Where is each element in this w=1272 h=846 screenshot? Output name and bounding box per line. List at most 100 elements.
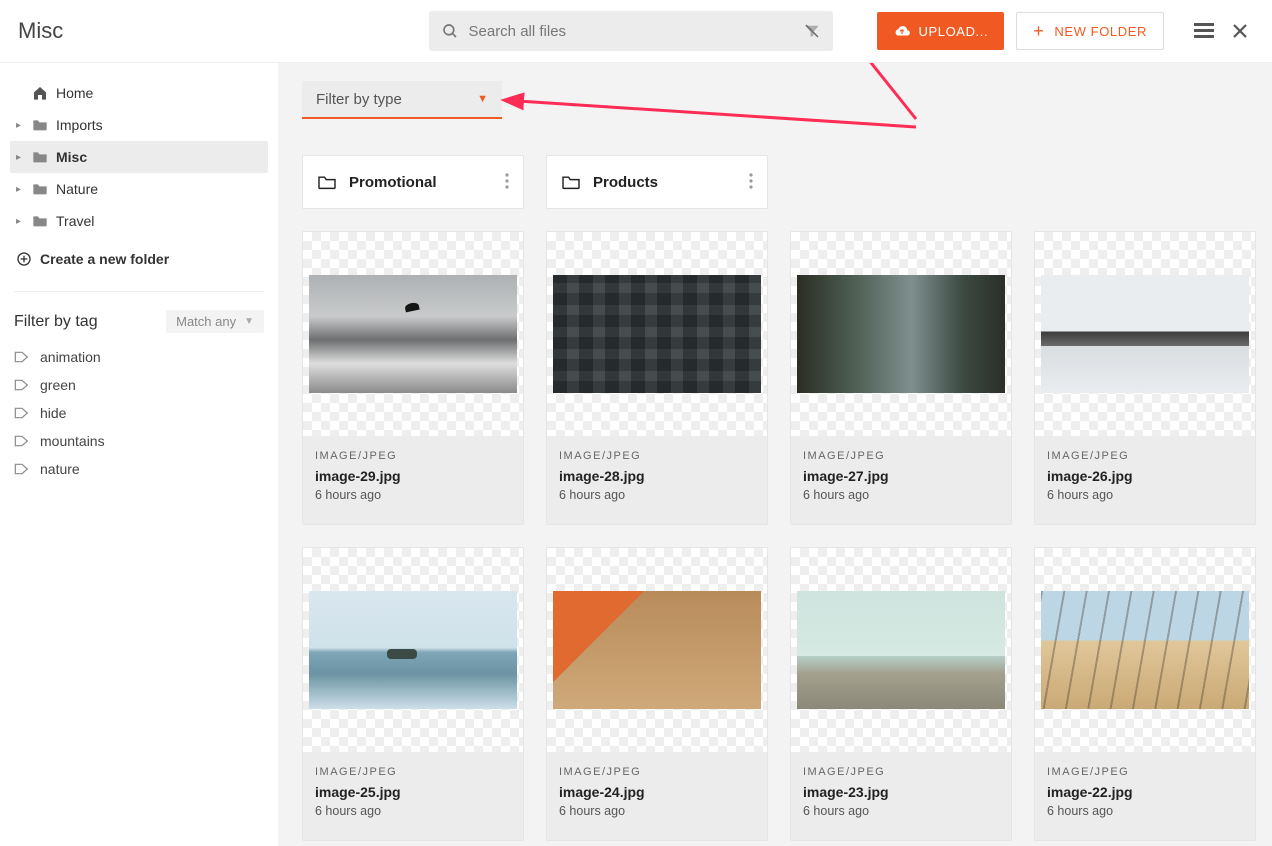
create-folder-link[interactable]: Create a new folder: [0, 241, 278, 277]
file-name: image-27.jpg: [803, 468, 999, 484]
search-input[interactable]: [469, 23, 803, 40]
filter-by-tag-label: Filter by tag: [14, 313, 98, 331]
folder-card[interactable]: Products: [546, 155, 768, 209]
thumbnail: [547, 548, 767, 752]
search-icon: [441, 22, 459, 40]
upload-button[interactable]: Upload...: [877, 12, 1005, 50]
thumbnail: [1035, 548, 1255, 752]
filter-type-label: Filter by type: [316, 91, 402, 108]
sidebar-item-misc[interactable]: ▸ Misc: [10, 141, 268, 173]
list-view-icon[interactable]: [1190, 17, 1218, 45]
main-content: Filter by type ▼ Promotional Products IMAG…: [278, 62, 1272, 846]
caret-icon: ▸: [16, 216, 30, 227]
thumbnail: [547, 232, 767, 436]
caret-icon: ▸: [16, 152, 30, 163]
folder-icon: [32, 150, 48, 164]
folder-icon: [32, 118, 48, 132]
tag-mountains[interactable]: mountains: [14, 427, 264, 455]
file-time: 6 hours ago: [803, 488, 999, 502]
sidebar-item-label: Misc: [56, 149, 87, 165]
caret-icon: ▸: [16, 120, 30, 131]
more-icon[interactable]: [745, 169, 757, 196]
file-mime: IMAGE/JPEG: [315, 450, 511, 462]
file-time: 6 hours ago: [315, 488, 511, 502]
file-time: 6 hours ago: [1047, 804, 1243, 818]
file-mime: IMAGE/JPEG: [1047, 450, 1243, 462]
plus-circle-icon: [16, 251, 32, 267]
folder-icon: [32, 182, 48, 196]
file-mime: IMAGE/JPEG: [803, 450, 999, 462]
annotation-arrow: [818, 62, 948, 127]
plus-icon: +: [1033, 22, 1044, 40]
file-mime: IMAGE/JPEG: [559, 450, 755, 462]
home-icon: [32, 85, 48, 101]
file-card[interactable]: IMAGE/JPEG image-29.jpg 6 hours ago: [302, 231, 524, 525]
file-time: 6 hours ago: [559, 488, 755, 502]
new-folder-button[interactable]: + New Folder: [1016, 12, 1164, 50]
thumbnail: [791, 548, 1011, 752]
page-title: Misc: [18, 18, 63, 44]
cloud-upload-icon: [893, 24, 911, 38]
file-card[interactable]: IMAGE/JPEGimage-22.jpg6 hours ago: [1034, 547, 1256, 841]
tag-icon: [14, 350, 30, 364]
thumbnail: [303, 232, 523, 436]
tag-icon: [14, 434, 30, 448]
file-card[interactable]: IMAGE/JPEG image-23.jpg 6 hours ago: [790, 547, 1012, 841]
chevron-down-icon: ▼: [244, 316, 254, 327]
sidebar-item-nature[interactable]: ▸ Nature: [10, 173, 268, 205]
divider: [14, 291, 264, 292]
file-name: image-23.jpg: [803, 784, 999, 800]
tag-hide[interactable]: hide: [14, 399, 264, 427]
create-folder-label: Create a new folder: [40, 251, 169, 267]
folder-icon: [32, 214, 48, 228]
file-name: image-29.jpg: [315, 468, 511, 484]
thumbnail: [791, 232, 1011, 436]
sidebar-item-label: Nature: [56, 181, 98, 197]
tag-label: green: [40, 377, 76, 393]
file-card[interactable]: IMAGE/JPEG image-27.jpg 6 hours ago: [790, 231, 1012, 525]
file-card[interactable]: IMAGE/JPEG image-28.jpg 6 hours ago: [546, 231, 768, 525]
tag-label: mountains: [40, 433, 105, 449]
sidebar-home[interactable]: Home: [10, 77, 268, 109]
tag-label: nature: [40, 461, 80, 477]
file-time: 6 hours ago: [1047, 488, 1243, 502]
file-time: 6 hours ago: [803, 804, 999, 818]
close-icon[interactable]: [1226, 17, 1254, 45]
file-name: image-22.jpg: [1047, 784, 1243, 800]
tag-animation[interactable]: animation: [14, 343, 264, 371]
file-name: image-26.jpg: [1047, 468, 1243, 484]
filter-by-type-select[interactable]: Filter by type ▼: [302, 81, 502, 119]
tag-nature[interactable]: nature: [14, 455, 264, 483]
thumbnail: [1035, 232, 1255, 436]
file-name: image-25.jpg: [315, 784, 511, 800]
sidebar-item-travel[interactable]: ▸ Travel: [10, 205, 268, 237]
file-time: 6 hours ago: [559, 804, 755, 818]
tag-label: animation: [40, 349, 101, 365]
sidebar-item-imports[interactable]: ▸ Imports: [10, 109, 268, 141]
caret-icon: ▸: [16, 184, 30, 195]
file-card[interactable]: IMAGE/JPEG image-26.jpg 6 hours ago: [1034, 231, 1256, 525]
thumbnail: [303, 548, 523, 752]
search-bar[interactable]: [429, 11, 833, 51]
file-name: image-28.jpg: [559, 468, 755, 484]
sidebar: Home ▸ Imports ▸ Misc ▸ Nature ▸ Travel: [0, 62, 278, 846]
new-folder-label: New Folder: [1054, 24, 1147, 39]
filter-off-icon[interactable]: [803, 22, 821, 40]
folder-name: Products: [593, 174, 745, 191]
tag-green[interactable]: green: [14, 371, 264, 399]
tag-icon: [14, 378, 30, 392]
match-mode-select[interactable]: Match any ▼: [166, 310, 264, 333]
sidebar-home-label: Home: [56, 85, 93, 101]
file-mime: IMAGE/JPEG: [803, 766, 999, 778]
tag-icon: [14, 462, 30, 476]
file-card[interactable]: IMAGE/JPEGimage-24.jpg6 hours ago: [546, 547, 768, 841]
file-time: 6 hours ago: [315, 804, 511, 818]
more-icon[interactable]: [501, 169, 513, 196]
file-card[interactable]: IMAGE/JPEG image-25.jpg 6 hours ago: [302, 547, 524, 841]
sidebar-item-label: Travel: [56, 213, 94, 229]
tag-label: hide: [40, 405, 66, 421]
file-mime: IMAGE/JPEG: [315, 766, 511, 778]
folder-card[interactable]: Promotional: [302, 155, 524, 209]
chevron-down-icon: ▼: [477, 93, 488, 105]
file-mime: IMAGE/JPEG: [559, 766, 755, 778]
